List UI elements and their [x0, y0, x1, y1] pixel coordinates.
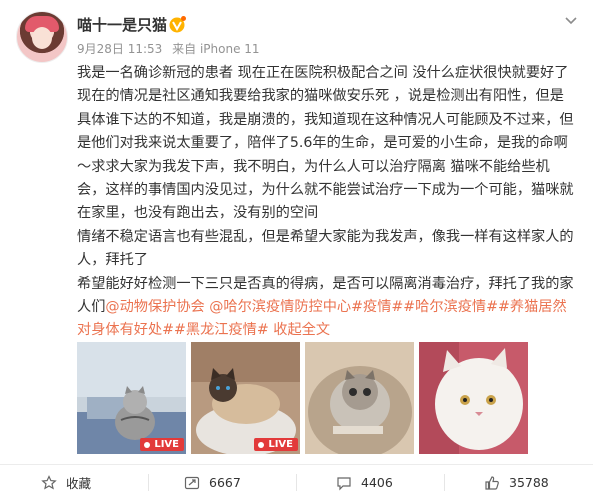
repost-button[interactable]: 6667: [184, 465, 241, 500]
post-image-1[interactable]: LIVE: [77, 342, 186, 454]
post-image-3[interactable]: [305, 342, 414, 454]
like-button[interactable]: 35788: [484, 465, 549, 500]
avatar[interactable]: [16, 11, 68, 63]
favorite-button[interactable]: 收藏: [41, 465, 91, 500]
mention-animal-protection[interactable]: @动物保护协会: [105, 299, 204, 315]
post-paragraph: 情绪不稳定语言也有些混乱，但是希望大家能为我发声，像我一样有这样家人的人，拜托了: [77, 228, 574, 269]
vip-badge-icon[interactable]: [167, 15, 187, 33]
comment-button[interactable]: 4406: [336, 465, 393, 500]
hashtag-epidemic[interactable]: #疫情#: [351, 299, 403, 315]
post-paragraph: 希望能好好检测一下三只是否真的得病，是否可以隔离消毒治疗，拜托了我的家人们@动物…: [77, 273, 577, 343]
like-count: 35788: [509, 475, 549, 490]
live-badge: LIVE: [254, 438, 298, 451]
action-bar: 收藏 6667 4406 35788: [0, 464, 593, 500]
collapse-text-link[interactable]: 收起全文: [273, 322, 330, 338]
comment-icon: [337, 476, 351, 490]
post-date[interactable]: 9月28日 11:53: [77, 42, 162, 56]
post-source: 来自 iPhone 11: [172, 42, 260, 56]
repost-count: 6667: [209, 475, 241, 490]
post-paragraph: 我是一名确诊新冠的患者 现在正在医院积极配合之间 没什么症状很快就要好了现在的情…: [77, 65, 574, 222]
repost-icon: [184, 476, 200, 489]
star-icon: [41, 474, 57, 490]
hashtag-heilongjiang-epidemic[interactable]: #黑龙江疫情#: [174, 322, 269, 338]
author-name[interactable]: 喵十一是只猫: [77, 14, 167, 35]
post-meta: 9月28日 11:53 来自 iPhone 11: [77, 40, 266, 57]
mention-harbin-cdc[interactable]: @哈尔滨疫情防控中心: [209, 299, 351, 315]
weibo-post-card: 喵十一是只猫 9月28日 11:53 来自 iPhone 11 我是一名确诊新冠…: [0, 0, 593, 499]
live-badge: LIVE: [140, 438, 184, 451]
like-icon: [485, 475, 499, 490]
comment-count: 4406: [361, 475, 393, 490]
hashtag-harbin-epidemic[interactable]: #哈尔滨疫情#: [403, 299, 498, 315]
post-content: 我是一名确诊新冠的患者 现在正在医院积极配合之间 没什么症状很快就要好了现在的情…: [77, 62, 577, 343]
chevron-down-icon[interactable]: [563, 12, 579, 28]
post-image-4[interactable]: [419, 342, 528, 454]
post-image-2[interactable]: LIVE: [191, 342, 300, 454]
favorite-label: 收藏: [66, 476, 92, 491]
